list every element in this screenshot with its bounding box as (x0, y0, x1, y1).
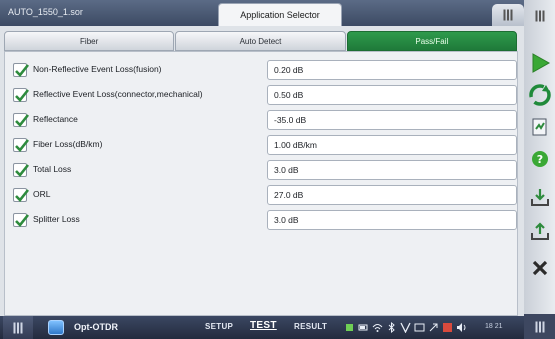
threshold-value-field[interactable]: 27.0 dB (267, 185, 517, 205)
checkmark-icon (15, 64, 30, 77)
checkmark-icon (15, 189, 30, 202)
signal-v-icon (400, 322, 411, 333)
threshold-value-field[interactable]: 1.00 dB/km (267, 135, 517, 155)
otdr-app-icon[interactable] (48, 320, 64, 335)
test-link[interactable]: TEST (250, 320, 277, 331)
status-icons (344, 320, 467, 335)
save-button[interactable] (527, 184, 553, 210)
tab-auto-detect[interactable]: Auto Detect (175, 31, 346, 51)
right-menu-handle[interactable] (524, 4, 555, 28)
threshold-label: Total Loss (33, 164, 72, 174)
checkmark-icon (15, 214, 30, 227)
battery-icon (358, 324, 368, 331)
checkmark-icon (15, 164, 30, 177)
refresh-button[interactable] (527, 82, 553, 108)
bluetooth-icon (388, 322, 395, 333)
threshold-checkbox[interactable] (13, 63, 30, 77)
threshold-label: Reflectance (33, 114, 78, 124)
taskbar: Opt-OTDR SETUP TEST RESULT 18 21 (0, 316, 524, 339)
export-button[interactable] (527, 218, 553, 244)
threshold-row: Reflective Event Loss(connector,mechanic… (13, 85, 517, 105)
threshold-row: Non-Reflective Event Loss(fusion) 0.20 dB (13, 60, 517, 80)
threshold-row: ORL 27.0 dB (13, 185, 517, 205)
setup-link[interactable]: SETUP (205, 322, 233, 331)
refresh-icon (529, 84, 551, 106)
download-icon (531, 189, 549, 206)
threshold-checkbox[interactable] (13, 138, 30, 152)
threshold-value-field[interactable]: 0.50 dB (267, 85, 517, 105)
checkmark-icon (15, 114, 30, 127)
help-button[interactable]: ? (527, 146, 553, 172)
threshold-checkbox[interactable] (13, 188, 30, 202)
report-icon (532, 118, 547, 136)
close-button[interactable] (527, 255, 553, 281)
tab-bar: Fiber Auto Detect Pass/Fail (4, 31, 518, 51)
svg-text:?: ? (537, 153, 543, 166)
alert-icon (443, 323, 452, 332)
pass-fail-panel: Non-Reflective Event Loss(fusion) 0.20 dB… (4, 51, 518, 316)
start-button[interactable] (527, 50, 553, 76)
app-name: Opt-OTDR (74, 322, 118, 332)
threshold-row: Total Loss 3.0 dB (13, 160, 517, 180)
threshold-checkbox[interactable] (13, 88, 30, 102)
taskbar-menu-handle[interactable] (3, 316, 33, 339)
threshold-row: Splitter Loss 3.0 dB (13, 210, 517, 230)
threshold-label: Splitter Loss (33, 214, 80, 224)
result-link[interactable]: RESULT (294, 322, 327, 331)
help-icon: ? (532, 151, 548, 167)
grip-icon (503, 9, 513, 21)
checkmark-icon (15, 89, 30, 102)
grip-icon (535, 321, 544, 332)
file-name: AUTO_1550_1.sor (8, 7, 83, 17)
right-toolbar: ? (524, 0, 555, 339)
screen-icon (414, 323, 425, 332)
application-selector-button[interactable]: Application Selector (218, 3, 342, 26)
arrow-icon (429, 323, 438, 332)
threshold-value-field[interactable]: 3.0 dB (267, 160, 517, 180)
grip-icon (535, 10, 544, 22)
threshold-label: Fiber Loss(dB/km) (33, 139, 103, 149)
grip-icon (13, 322, 23, 333)
threshold-checkbox[interactable] (13, 163, 30, 177)
top-menu-handle[interactable] (492, 4, 524, 26)
checkmark-icon (15, 139, 30, 152)
threshold-value-field[interactable]: 3.0 dB (267, 210, 517, 230)
tab-fiber[interactable]: Fiber (4, 31, 175, 51)
threshold-label: Non-Reflective Event Loss(fusion) (33, 64, 162, 74)
threshold-checkbox[interactable] (13, 213, 30, 227)
wifi-icon (372, 324, 383, 332)
bottom-right-menu-handle[interactable] (524, 314, 555, 339)
threshold-label: Reflective Event Loss(connector,mechanic… (33, 89, 203, 99)
clock: 18 21 (485, 323, 503, 330)
threshold-checkbox[interactable] (13, 113, 30, 127)
threshold-value-field[interactable]: 0.20 dB (267, 60, 517, 80)
threshold-row: Fiber Loss(dB/km) 1.00 dB/km (13, 135, 517, 155)
play-icon (532, 53, 551, 73)
threshold-label: ORL (33, 189, 51, 199)
threshold-row: Reflectance -35.0 dB (13, 110, 517, 130)
close-icon (532, 260, 548, 276)
report-button[interactable] (527, 114, 553, 140)
tab-pass-fail[interactable]: Pass/Fail (346, 31, 517, 51)
plug-icon (346, 324, 353, 331)
upload-icon (531, 222, 549, 240)
speaker-icon (457, 323, 466, 332)
threshold-value-field[interactable]: -35.0 dB (267, 110, 517, 130)
